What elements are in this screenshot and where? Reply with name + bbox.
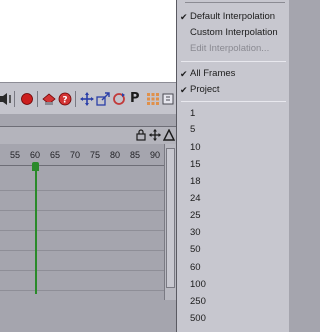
menu-item-count[interactable]: 24 [177,191,289,207]
menu-separator [181,61,286,62]
menu-item-label: Edit Interpolation... [190,43,270,54]
track-row[interactable] [0,250,165,251]
record-icon[interactable] [20,92,34,106]
menu-item-count[interactable]: 5 [177,122,289,138]
ruler-tick: 85 [129,150,141,160]
ruler-tick: 90 [149,150,161,160]
menu-item-count[interactable]: 30 [177,225,289,241]
checkmark-icon: ✔ [180,85,188,95]
panel-divider[interactable] [0,114,176,126]
menu-item-label: 25 [190,210,201,221]
menu-item-count[interactable]: 15 [177,157,289,173]
timeline-ruler[interactable]: 55 60 65 70 75 80 85 90 [0,144,176,166]
interpolation-menu: ✔ Default Interpolation Custom Interpola… [176,0,289,332]
menu-item-count[interactable]: 1 [177,106,289,122]
timeline-header [0,126,176,144]
track-row[interactable] [0,190,165,191]
menu-item-label: 50 [190,244,201,255]
ruler-tick: 80 [109,150,121,160]
menu-item-label: 30 [190,227,201,238]
ruler-tick: 70 [69,150,81,160]
playhead[interactable] [35,164,37,294]
scrollbar-thumb[interactable] [166,148,175,288]
menu-item-project[interactable]: ✔ Project [177,82,289,98]
timeline-scrollbar[interactable] [164,144,176,300]
toolbar-separator [37,91,38,107]
toolbar-separator [75,91,76,107]
rotate-icon[interactable] [112,92,126,106]
menu-item-label: 250 [190,296,206,307]
menu-item-label: 5 [190,124,196,135]
toolbar-separator [14,91,15,107]
menu-item-default-interpolation[interactable]: ✔ Default Interpolation [177,9,289,25]
ruler-tick: 55 [9,150,21,160]
scale-icon[interactable] [96,92,110,106]
menu-item-count[interactable]: 100 [177,277,289,293]
menu-item-count[interactable]: 500 [177,311,289,327]
track-row[interactable] [0,210,165,211]
menu-item-label: 15 [190,159,201,170]
menu-item-label: Project [190,84,220,95]
svg-text:?: ? [62,96,67,106]
checkmark-icon: ✔ [180,69,188,79]
menu-item-custom-interpolation[interactable]: Custom Interpolation [177,25,289,41]
menu-item-label: 1 [190,108,196,119]
menu-item-label: 18 [190,176,201,187]
track-row[interactable] [0,290,165,291]
ruler-tick: 65 [49,150,61,160]
track-area[interactable] [0,166,165,332]
menu-item-count[interactable]: 250 [177,294,289,310]
timeline-options-icon[interactable] [162,92,176,106]
menu-item-count[interactable]: 25 [177,208,289,224]
menu-item-label: 10 [190,142,201,153]
toolbar: ? P [0,82,176,114]
viewport-area [0,0,176,82]
app-window: ? P 55 60 65 70 75 80 85 90 ✔ Default In… [0,0,289,332]
ruler-tick: 60 [29,150,41,160]
playhead-handle[interactable] [32,162,39,171]
move-icon[interactable] [80,92,94,106]
speaker-icon[interactable] [0,92,12,106]
checkmark-icon: ✔ [180,12,188,22]
menu-item-count[interactable]: 50 [177,242,289,258]
keyframe-icon[interactable] [42,92,56,106]
menu-item-count[interactable]: 10 [177,140,289,156]
move-icon[interactable] [149,129,161,141]
menu-item-label: 60 [190,262,201,273]
menu-item-label: 100 [190,279,206,290]
menu-item-label: Custom Interpolation [190,27,278,38]
ruler-tick: 75 [89,150,101,160]
menu-item-count[interactable]: 60 [177,260,289,276]
menu-item-label: Default Interpolation [190,11,276,22]
help-icon[interactable]: ? [58,92,72,106]
triangle-icon[interactable] [163,129,175,141]
menu-separator [185,2,285,3]
menu-item-edit-interpolation: Edit Interpolation... [177,41,289,57]
menu-item-label: All Frames [190,68,236,79]
track-row[interactable] [0,230,165,231]
lock-icon[interactable] [135,129,147,141]
parameter-button[interactable]: P [130,91,140,107]
menu-item-all-frames[interactable]: ✔ All Frames [177,66,289,82]
track-row[interactable] [0,270,165,271]
menu-item-label: 24 [190,193,201,204]
grid-icon[interactable] [146,92,160,106]
menu-separator [181,101,286,102]
menu-item-count[interactable]: 18 [177,174,289,190]
menu-item-label: 500 [190,313,206,324]
